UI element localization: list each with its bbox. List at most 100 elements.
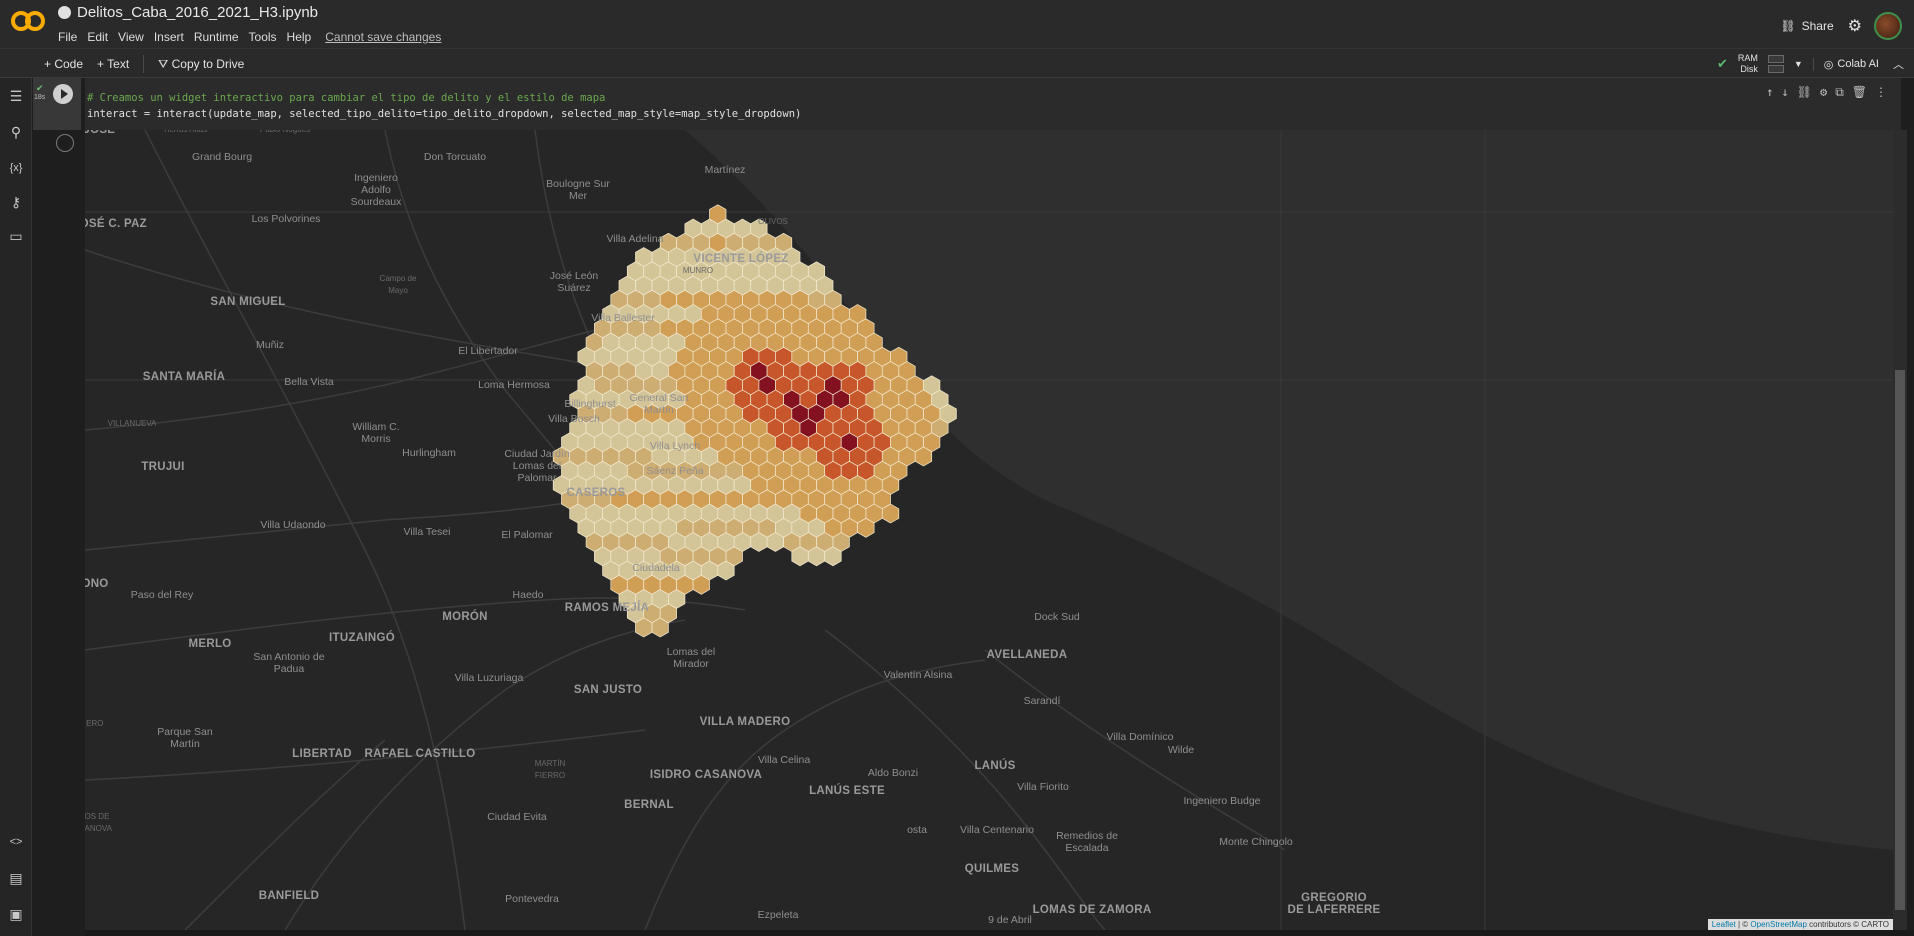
map-label: ISIDRO CASANOVA — [649, 769, 763, 781]
map-label: RAMOS MEJÍA — [564, 602, 650, 614]
colab-ai-button[interactable]: ◎ Colab AI — [1812, 57, 1879, 71]
output-scrollbar-thumb[interactable] — [1895, 370, 1905, 910]
collapse-icon[interactable]: ︿ — [1893, 56, 1904, 72]
map-label: Dock Sud — [1034, 611, 1080, 623]
add-text-button[interactable]: + Text — [97, 57, 129, 71]
avatar[interactable] — [1874, 12, 1902, 40]
drive-icon: ⛛ — [158, 56, 169, 71]
terminal-icon[interactable]: ▣ — [6, 904, 26, 924]
cell-run-area — [47, 78, 81, 130]
search-icon[interactable]: ⚲ — [6, 122, 26, 142]
link-icon[interactable]: ⛓ — [1797, 84, 1812, 100]
map-label: MORÓN — [442, 611, 488, 623]
chevron-down-icon[interactable]: ▼ — [1794, 59, 1803, 69]
map-label: ITUZAINGÓ — [329, 632, 395, 644]
menu-runtime[interactable]: Runtime — [194, 30, 246, 44]
map-label: Los Polvorines — [251, 213, 321, 225]
map-label: Campo de Mayo — [379, 274, 417, 295]
cell-status-column: ✔ 18s — [33, 78, 47, 130]
map-label: Ezpeleta — [757, 909, 799, 921]
map-label: VILLA MADERO — [699, 716, 791, 728]
menu-tools[interactable]: Tools — [249, 30, 284, 44]
map-label: MERLO — [188, 638, 232, 650]
map-label: Loma Hermosa — [478, 379, 550, 391]
command-palette-icon[interactable]: ▤ — [6, 868, 26, 888]
ram-label: RAM — [1737, 53, 1758, 63]
code-snippets-icon[interactable]: <> — [6, 832, 26, 852]
top-bar: Delitos_Caba_2016_2021_H3.ipynb File Edi… — [0, 0, 1914, 48]
output-actions-icon[interactable] — [56, 134, 74, 152]
map-label: Ingeniero Budge — [1183, 795, 1261, 807]
menu-help[interactable]: Help — [287, 30, 319, 44]
add-code-button[interactable]: + Code — [44, 57, 83, 71]
map-label: Tierras Altas — [163, 130, 207, 136]
map-label: ECO ERO — [86, 719, 104, 728]
notebook-title[interactable]: Delitos_Caba_2016_2021_H3.ipynb — [77, 4, 318, 21]
variables-icon[interactable]: {x} — [6, 158, 26, 178]
map-label: Grand Bourg — [191, 151, 253, 163]
map-output[interactable]: Tierras Altas Pablo Nogues Grand Bourg Don … — [85, 130, 1893, 930]
secrets-key-icon[interactable]: ⚷ — [6, 192, 26, 212]
exec-check-icon: ✔ — [36, 83, 44, 93]
leaflet-link[interactable]: Leaflet — [1712, 920, 1736, 929]
menu-insert[interactable]: Insert — [154, 30, 191, 44]
colab-ai-icon: ◎ — [1823, 58, 1834, 71]
move-up-icon[interactable]: ↑ — [1766, 84, 1773, 100]
road — [824, 629, 1106, 930]
exec-time: 18s — [34, 94, 46, 101]
map-label: Ciudadela — [632, 562, 680, 574]
delete-icon[interactable]: 🗑 — [1852, 84, 1867, 100]
menu-edit[interactable]: Edit — [87, 30, 115, 44]
github-icon — [58, 6, 71, 19]
map-label: Ciudad Jardín Lomas del Palomar — [504, 448, 570, 484]
gear-icon[interactable]: ⚙ — [1848, 16, 1862, 36]
map-label: Pablo Nogues — [260, 130, 310, 136]
output-scrollbar[interactable] — [1893, 130, 1907, 930]
map-label: Villa Fiorito — [1017, 781, 1069, 793]
map-label: SAN JOSÉ — [85, 130, 116, 136]
map-label: SAN MIGUEL — [210, 296, 286, 308]
share-button[interactable]: ⛓ Share — [1780, 19, 1833, 33]
map-label: OLIVOS — [758, 217, 788, 226]
settings-icon[interactable]: ⚙ — [1820, 84, 1827, 100]
map-label: MARTÍN FIERRO — [534, 759, 566, 780]
mirror-icon[interactable]: ⧉ — [1835, 84, 1844, 100]
map-label: Parque San Martín — [157, 726, 213, 750]
menu-view[interactable]: View — [118, 30, 151, 44]
map-label: Villa Celina — [757, 754, 811, 766]
map-label: MUNRO — [682, 266, 714, 275]
osm-link[interactable]: OpenStreetMap — [1750, 920, 1806, 929]
code-cell[interactable]: # Creamos un widget interactivo para cam… — [85, 78, 1901, 130]
files-folder-icon[interactable]: ▭ — [6, 226, 26, 246]
move-down-icon[interactable]: ↓ — [1781, 84, 1788, 100]
copy-to-drive-label: Copy to Drive — [171, 56, 245, 71]
map-label: Hurlingham — [402, 447, 456, 459]
map-label: El Palomar — [501, 529, 553, 541]
copy-to-drive-button[interactable]: ⛛ Copy to Drive — [158, 57, 244, 72]
map-label: VICENTE LÓPEZ — [693, 253, 789, 265]
map-label: Valentín Alsina — [883, 669, 953, 681]
add-text-label: Text — [107, 57, 130, 71]
map-label: LANÚS ESTE — [809, 785, 885, 797]
menu-file[interactable]: File — [58, 30, 84, 44]
map-canvas[interactable] — [85, 130, 1893, 930]
map-label: Villa Centenario — [960, 824, 1034, 836]
cell-gutter: ✔ 18s — [33, 78, 85, 936]
more-icon[interactable]: ⋮ — [1875, 84, 1887, 100]
cell-toolbar: ↑ ↓ ⛓ ⚙ ⧉ 🗑 ⋮ — [1766, 84, 1887, 100]
colab-logo[interactable] — [10, 10, 46, 32]
toolbar-divider — [143, 55, 145, 73]
run-cell-button[interactable] — [53, 84, 73, 104]
map-label: Wilde — [1167, 744, 1195, 756]
map-label: Monte Chingolo — [1219, 836, 1293, 848]
map-attribution: Leaflet | © OpenStreetMap contributors ©… — [1707, 919, 1893, 930]
map-label: Villa Tesei — [403, 526, 451, 538]
cannot-save-link[interactable]: Cannot save changes — [325, 30, 448, 44]
map-label: Sarandí — [1023, 695, 1061, 707]
table-of-contents-icon[interactable]: ☰ — [6, 86, 26, 106]
map-label: Aldo Bonzi — [867, 767, 919, 779]
map-label: Villa Lynch — [649, 440, 701, 452]
resource-monitor[interactable]: RAM Disk — [1738, 53, 1758, 75]
map-label: William C. Morris — [352, 421, 400, 445]
disk-label: Disk — [1740, 64, 1758, 74]
